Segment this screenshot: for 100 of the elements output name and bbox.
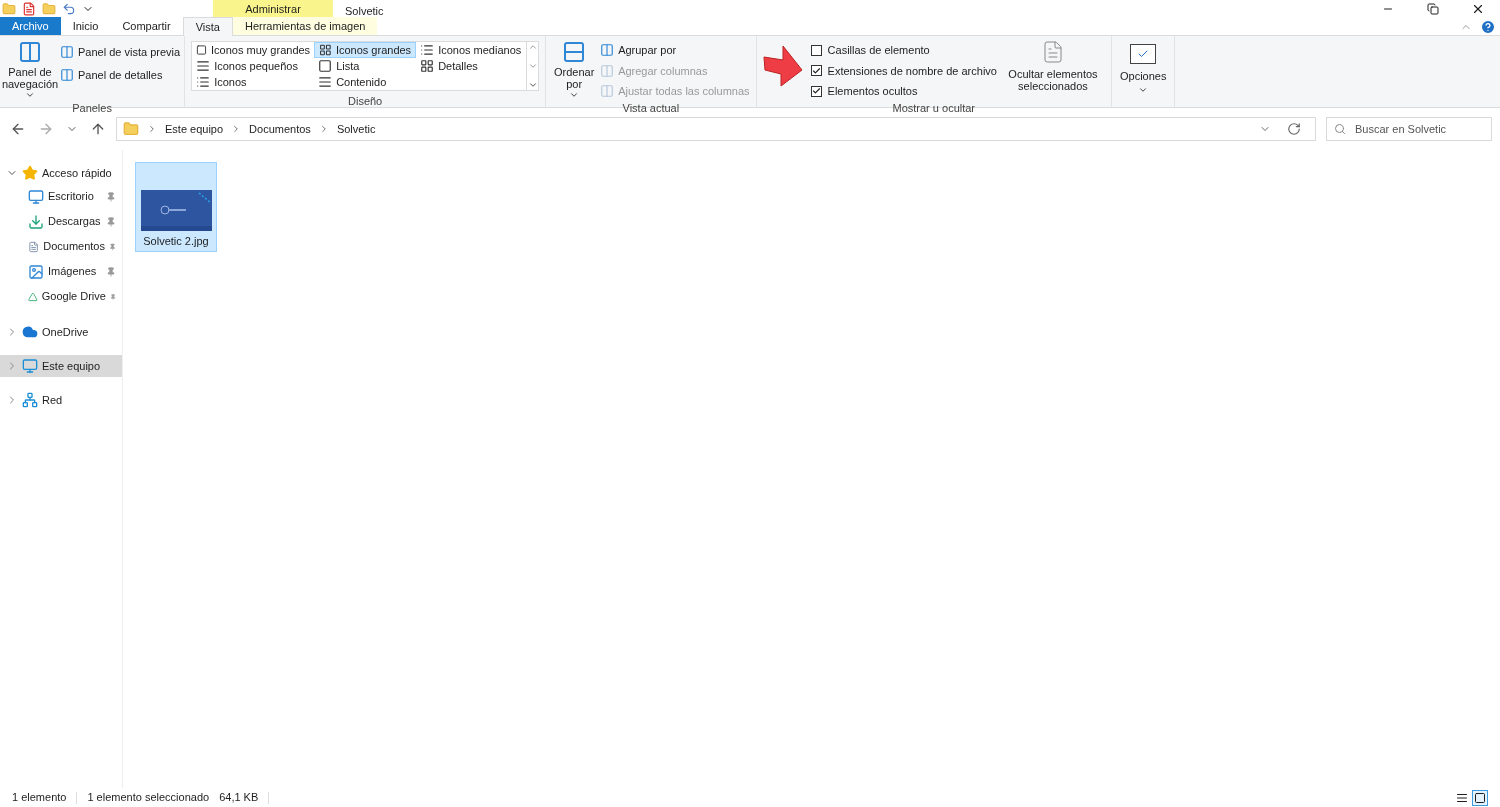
file-item[interactable]: Solvetic 2.jpg: [135, 162, 217, 252]
layout-option[interactable]: Lista: [314, 58, 417, 74]
group-label: Vista actual: [621, 101, 681, 114]
up-icon[interactable]: [90, 121, 106, 137]
sort-by-button[interactable]: Ordenar por: [552, 40, 597, 100]
checkbox-label: Casillas de elemento: [827, 43, 930, 58]
nav-item[interactable]: Documentos: [0, 234, 122, 259]
layout-option[interactable]: Iconos: [192, 74, 315, 90]
address-bar[interactable]: Este equipo Documentos Solvetic: [116, 117, 1316, 141]
breadcrumb[interactable]: Documentos: [249, 120, 311, 138]
square-icon: [318, 59, 333, 73]
layout-option[interactable]: Iconos muy grandes: [192, 42, 315, 58]
ribbon-tab[interactable]: Inicio: [60, 17, 111, 35]
selection-size: 64,1 KB: [219, 790, 259, 806]
pin-icon[interactable]: [109, 241, 116, 252]
large-icons-icon: [1474, 791, 1486, 804]
nav-item[interactable]: Google Drive: [0, 284, 122, 309]
nav-item[interactable]: OneDrive: [0, 321, 122, 343]
nav-item[interactable]: Red: [0, 389, 122, 411]
pin-icon[interactable]: [109, 291, 116, 302]
undo-icon[interactable]: [62, 2, 76, 16]
context-tab-header: Administrar: [213, 0, 333, 18]
navigation-pane-button[interactable]: Panel de navegación: [4, 40, 56, 100]
large-icons-view-button[interactable]: [1472, 789, 1488, 806]
nav-label: Este equipo: [42, 358, 101, 374]
layout-option[interactable]: Iconos pequeños: [192, 58, 315, 74]
sort-icon: [562, 40, 587, 64]
group-label: Mostrar u ocultar: [891, 100, 977, 114]
lines-icon: [196, 59, 211, 73]
forward-icon[interactable]: [38, 121, 54, 137]
pane-button[interactable]: Panel de detalles: [60, 66, 181, 83]
layout-option[interactable]: Detalles: [416, 58, 527, 74]
columns-icon: [600, 43, 615, 58]
help-icon[interactable]: [1480, 19, 1496, 35]
scroll-down-icon[interactable]: [527, 61, 538, 71]
ribbon-tab[interactable]: Herramientas de imagen: [232, 17, 378, 35]
selection-info: 1 elemento seleccionado: [87, 790, 210, 806]
view-command[interactable]: Agrupar por: [600, 42, 750, 59]
star-icon: [22, 165, 38, 181]
nav-item[interactable]: Descargas: [0, 209, 122, 234]
group-label: Diseño: [347, 94, 384, 107]
layout-option[interactable]: Iconos grandes: [314, 42, 417, 58]
checkbox[interactable]: [810, 85, 822, 97]
hide-selected-button[interactable]: Ocultar elementos seleccionados: [1000, 40, 1105, 100]
checkbox[interactable]: [810, 65, 822, 77]
nav-item[interactable]: Este equipo: [0, 355, 122, 377]
pin-icon[interactable]: [106, 266, 116, 277]
pin-icon[interactable]: [106, 191, 116, 202]
folder-icon[interactable]: [2, 2, 16, 16]
breadcrumb[interactable]: Solvetic: [336, 120, 376, 138]
cloud-icon: [22, 324, 38, 340]
layout-option[interactable]: Contenido: [314, 74, 417, 90]
nav-label: Documentos: [43, 239, 105, 255]
nav-label: Descargas: [48, 214, 101, 230]
details-icon: [1456, 791, 1468, 804]
nav-label: Red: [42, 392, 63, 408]
ribbon-tab[interactable]: Compartir: [110, 17, 183, 35]
back-icon[interactable]: [10, 121, 26, 137]
nav-item[interactable]: Escritorio: [0, 184, 122, 209]
pointer-arrow: [762, 44, 803, 88]
pane-icon: [60, 45, 74, 60]
checkbox[interactable]: [810, 44, 822, 56]
ribbon-tab[interactable]: Archivo: [0, 17, 61, 35]
search-field[interactable]: Buscar en Solvetic: [1326, 117, 1492, 141]
properties-icon[interactable]: [22, 2, 36, 16]
group-label: Paneles: [71, 101, 113, 114]
nav-item[interactable]: Imágenes: [0, 259, 122, 284]
breadcrumb-separator-icon[interactable]: [147, 124, 157, 134]
nav-label: OneDrive: [42, 324, 89, 340]
desktop-icon: [28, 188, 44, 205]
folder-icon: [123, 121, 139, 137]
nav-label: Google Drive: [41, 289, 106, 305]
new-folder-icon[interactable]: [42, 2, 56, 16]
check-icon: [811, 86, 821, 97]
restore-icon: [1426, 3, 1439, 15]
expand-icon[interactable]: [527, 80, 538, 90]
list-icon: [196, 75, 211, 89]
nav-label: Escritorio: [48, 189, 94, 205]
ribbon-tab[interactable]: Vista: [182, 17, 233, 36]
monitor-icon: [22, 358, 38, 374]
download-icon: [28, 213, 44, 230]
network-icon: [22, 392, 38, 408]
grid-icon: [420, 59, 435, 73]
refresh-icon[interactable]: [1287, 122, 1301, 136]
columns-icon: [600, 84, 615, 99]
layout-option[interactable]: Iconos medianos: [416, 42, 527, 58]
file-name: Solvetic 2.jpg: [143, 234, 209, 249]
window-title: Solvetic: [345, 4, 384, 19]
nav-item[interactable]: Acceso rápido: [0, 162, 122, 184]
pin-icon[interactable]: [106, 216, 116, 227]
columns-icon: [600, 63, 615, 78]
breadcrumb[interactable]: Este equipo: [165, 120, 224, 138]
pane-button[interactable]: Panel de vista previa: [60, 44, 181, 61]
navigation-pane-icon: [18, 40, 42, 64]
lines-icon: [318, 75, 333, 89]
options-icon: [1130, 44, 1157, 64]
checkbox-label: Extensiones de nombre de archivo: [827, 63, 997, 79]
scroll-up-icon[interactable]: [527, 42, 538, 52]
options-button[interactable]: Opciones: [1119, 44, 1167, 95]
square-icon: [196, 43, 208, 57]
